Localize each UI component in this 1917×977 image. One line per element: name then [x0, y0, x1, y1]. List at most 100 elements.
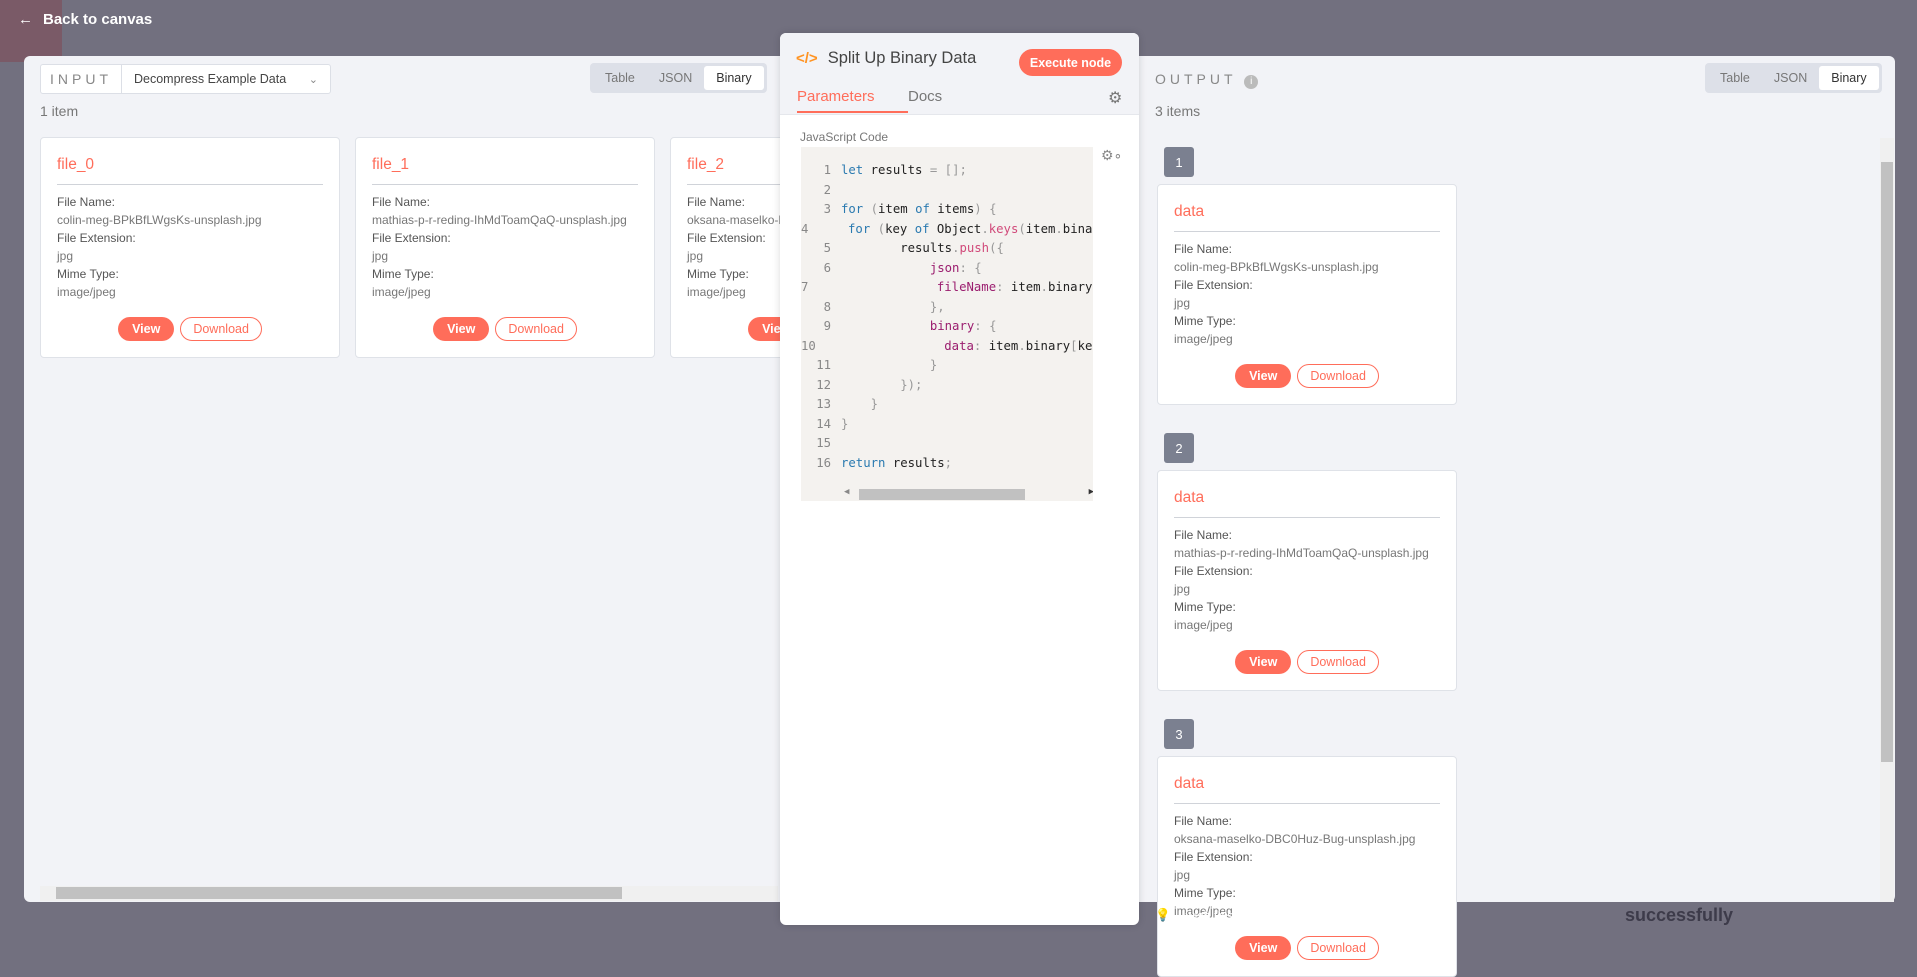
code-icon: </>: [796, 50, 818, 67]
execute-node-button[interactable]: Execute node: [1019, 49, 1122, 76]
download-button[interactable]: Download: [1297, 936, 1379, 960]
mime-type-value: image/jpeg: [372, 285, 431, 299]
input-item-count: 1 item: [40, 103, 79, 119]
code-line: 7 fileName: item.binary[key].fileName: [801, 280, 1093, 294]
code-line: 16 return results;: [816, 455, 953, 470]
code-line: 1 let results = [];: [823, 163, 967, 177]
back-to-canvas-button[interactable]: ← Back to canvas: [18, 11, 152, 28]
file-name-value: mathias-p-r-reding-IhMdToamQaQ-unsplash.…: [1174, 546, 1429, 560]
binary-file-card: file_0 File Name: colin-meg-BPkBfLWgsKs-un…: [40, 137, 340, 358]
output-view-toggle: Table JSON Binary: [1705, 63, 1882, 93]
code-line: 9 binary: {: [823, 319, 997, 333]
code-line: 15: [816, 436, 831, 450]
file-name-label: File Name:: [1174, 814, 1233, 828]
output-tab-table[interactable]: Table: [1708, 66, 1762, 90]
file-name-value: oksana-maselko-DBC0Huz-Bug-unsplash.jpg: [1174, 832, 1416, 846]
input-node-select[interactable]: INPUT Decompress Example Data ⌄: [40, 64, 331, 94]
arrow-left-icon: ←: [18, 11, 33, 28]
card-title: data: [1174, 201, 1440, 232]
feedback-link[interactable]: 💡 I wish this node would...: [1155, 908, 1311, 923]
code-line: 12 });: [816, 377, 923, 392]
card-title: data: [1174, 773, 1440, 804]
view-button[interactable]: View: [1235, 364, 1292, 388]
card-title: file_0: [57, 154, 323, 185]
file-extension-label: File Extension:: [1174, 850, 1253, 864]
file-name-value: colin-meg-BPkBfLWgsKs-unsplash.jpg: [57, 213, 262, 227]
download-button[interactable]: Download: [180, 317, 262, 341]
node-parameters-panel: </> Split Up Binary Data Execute node Par…: [780, 33, 1139, 925]
file-name-label: File Name:: [1174, 528, 1233, 542]
tab-parameters[interactable]: Parameters: [797, 88, 908, 113]
file-extension-label: File Extension:: [1174, 564, 1253, 578]
mime-type-value: image/jpeg: [1174, 332, 1233, 346]
output-tab-json[interactable]: JSON: [1762, 66, 1819, 90]
file-name-value: mathias-p-r-reding-IhMdToamQaQ-unsplash.…: [372, 213, 627, 227]
code-line: 13 }: [816, 397, 879, 411]
mime-type-value: image/jpeg: [57, 285, 116, 299]
view-button[interactable]: View: [1235, 936, 1292, 960]
output-vertical-scrollbar[interactable]: [1880, 138, 1894, 902]
view-button[interactable]: View: [433, 317, 490, 341]
card-title: file_1: [372, 154, 638, 185]
code-line: 11 }: [816, 358, 938, 372]
lightbulb-icon: 💡: [1155, 908, 1171, 922]
download-button[interactable]: Download: [1297, 650, 1379, 674]
mime-type-label: Mime Type:: [372, 267, 434, 281]
toast-notification: successfully: [1625, 905, 1734, 925]
download-button[interactable]: Download: [495, 317, 577, 341]
input-label: INPUT: [41, 65, 122, 93]
input-horizontal-scrollbar[interactable]: [40, 886, 778, 901]
tab-docs[interactable]: Docs: [908, 88, 942, 105]
input-tab-binary[interactable]: Binary: [704, 66, 764, 90]
gear-icon[interactable]: ⚙: [1108, 88, 1122, 108]
download-button[interactable]: Download: [1297, 364, 1379, 388]
file-extension-value: jpg: [57, 249, 74, 263]
info-icon: i: [1244, 75, 1259, 89]
code-line: 5 results. push({: [823, 241, 1004, 255]
code-line: 4 for (key of Object.keys(item.binary)) …: [801, 221, 1093, 236]
input-tab-table[interactable]: Table: [593, 66, 647, 90]
file-name-label: File Name:: [57, 195, 116, 209]
code-line: 2: [823, 182, 831, 197]
mime-type-label: Mime Type:: [1174, 600, 1236, 614]
mime-type-label: Mime Type:: [57, 267, 119, 281]
code-line: 6 json: {: [823, 260, 982, 275]
code-line: 3 for (item of items) {: [823, 202, 997, 216]
output-item-count: 3 items: [1155, 103, 1201, 119]
binary-file-card: data File Name: colin-meg-BPkBfLWgsKs-unsp…: [1157, 184, 1457, 405]
item-index-badge: 2: [1164, 433, 1194, 463]
code-line: 10 data: item.binary[key],: [801, 338, 1093, 353]
code-horizontal-scrollbar[interactable]: ◀ ▶: [822, 487, 1093, 501]
chevron-down-icon: ⌄: [308, 73, 318, 86]
item-index-badge: 1: [1164, 147, 1194, 177]
input-view-toggle: Table JSON Binary: [590, 63, 767, 93]
file-name-label: File Name:: [1174, 242, 1233, 256]
output-tab-binary[interactable]: Binary: [1819, 66, 1879, 90]
code-options-icon[interactable]: ⚙∘: [1101, 147, 1122, 164]
item-index-badge: 3: [1164, 719, 1194, 749]
code-editor[interactable]: 1 let results = []; 2 3 for (item of items) …: [801, 147, 1093, 501]
n8n-logo: [0, 0, 62, 62]
binary-file-card: data File Name: oksana-maselko-DBC0Huz-Bug…: [1157, 756, 1457, 977]
code-label: JavaScript Code: [800, 130, 889, 144]
binary-file-card: file_1 File Name: mathias-p-r-reding-IhMdT…: [355, 137, 655, 358]
file-extension-value: jpg: [372, 249, 389, 263]
node-title: Split Up Binary Data: [827, 49, 977, 67]
card-title: data: [1174, 487, 1440, 518]
output-label: OUTPUT i: [1155, 71, 1259, 89]
code-line: 14}: [816, 416, 849, 431]
mime-type-label: Mime Type:: [1174, 886, 1236, 900]
file-extension-label: File Extension:: [1174, 278, 1253, 292]
view-button[interactable]: View: [118, 317, 175, 341]
file-extension-value: jpg: [1174, 868, 1191, 882]
file-extension-value: jpg: [1174, 296, 1191, 310]
view-button[interactable]: View: [1235, 650, 1292, 674]
file-extension-value: jpg: [1174, 582, 1191, 596]
file-name-value: colin-meg-BPkBfLWgsKs-unsplash.jpg: [1174, 260, 1379, 274]
input-tab-json[interactable]: JSON: [647, 66, 704, 90]
file-name-label: File Name:: [372, 195, 431, 209]
mime-type-value: image/jpeg: [1174, 618, 1233, 632]
binary-file-card: data File Name: mathias-p-r-reding-IhMdToa…: [1157, 470, 1457, 691]
mime-type-label: Mime Type:: [1174, 314, 1236, 328]
code-line: 8 },: [823, 299, 945, 314]
